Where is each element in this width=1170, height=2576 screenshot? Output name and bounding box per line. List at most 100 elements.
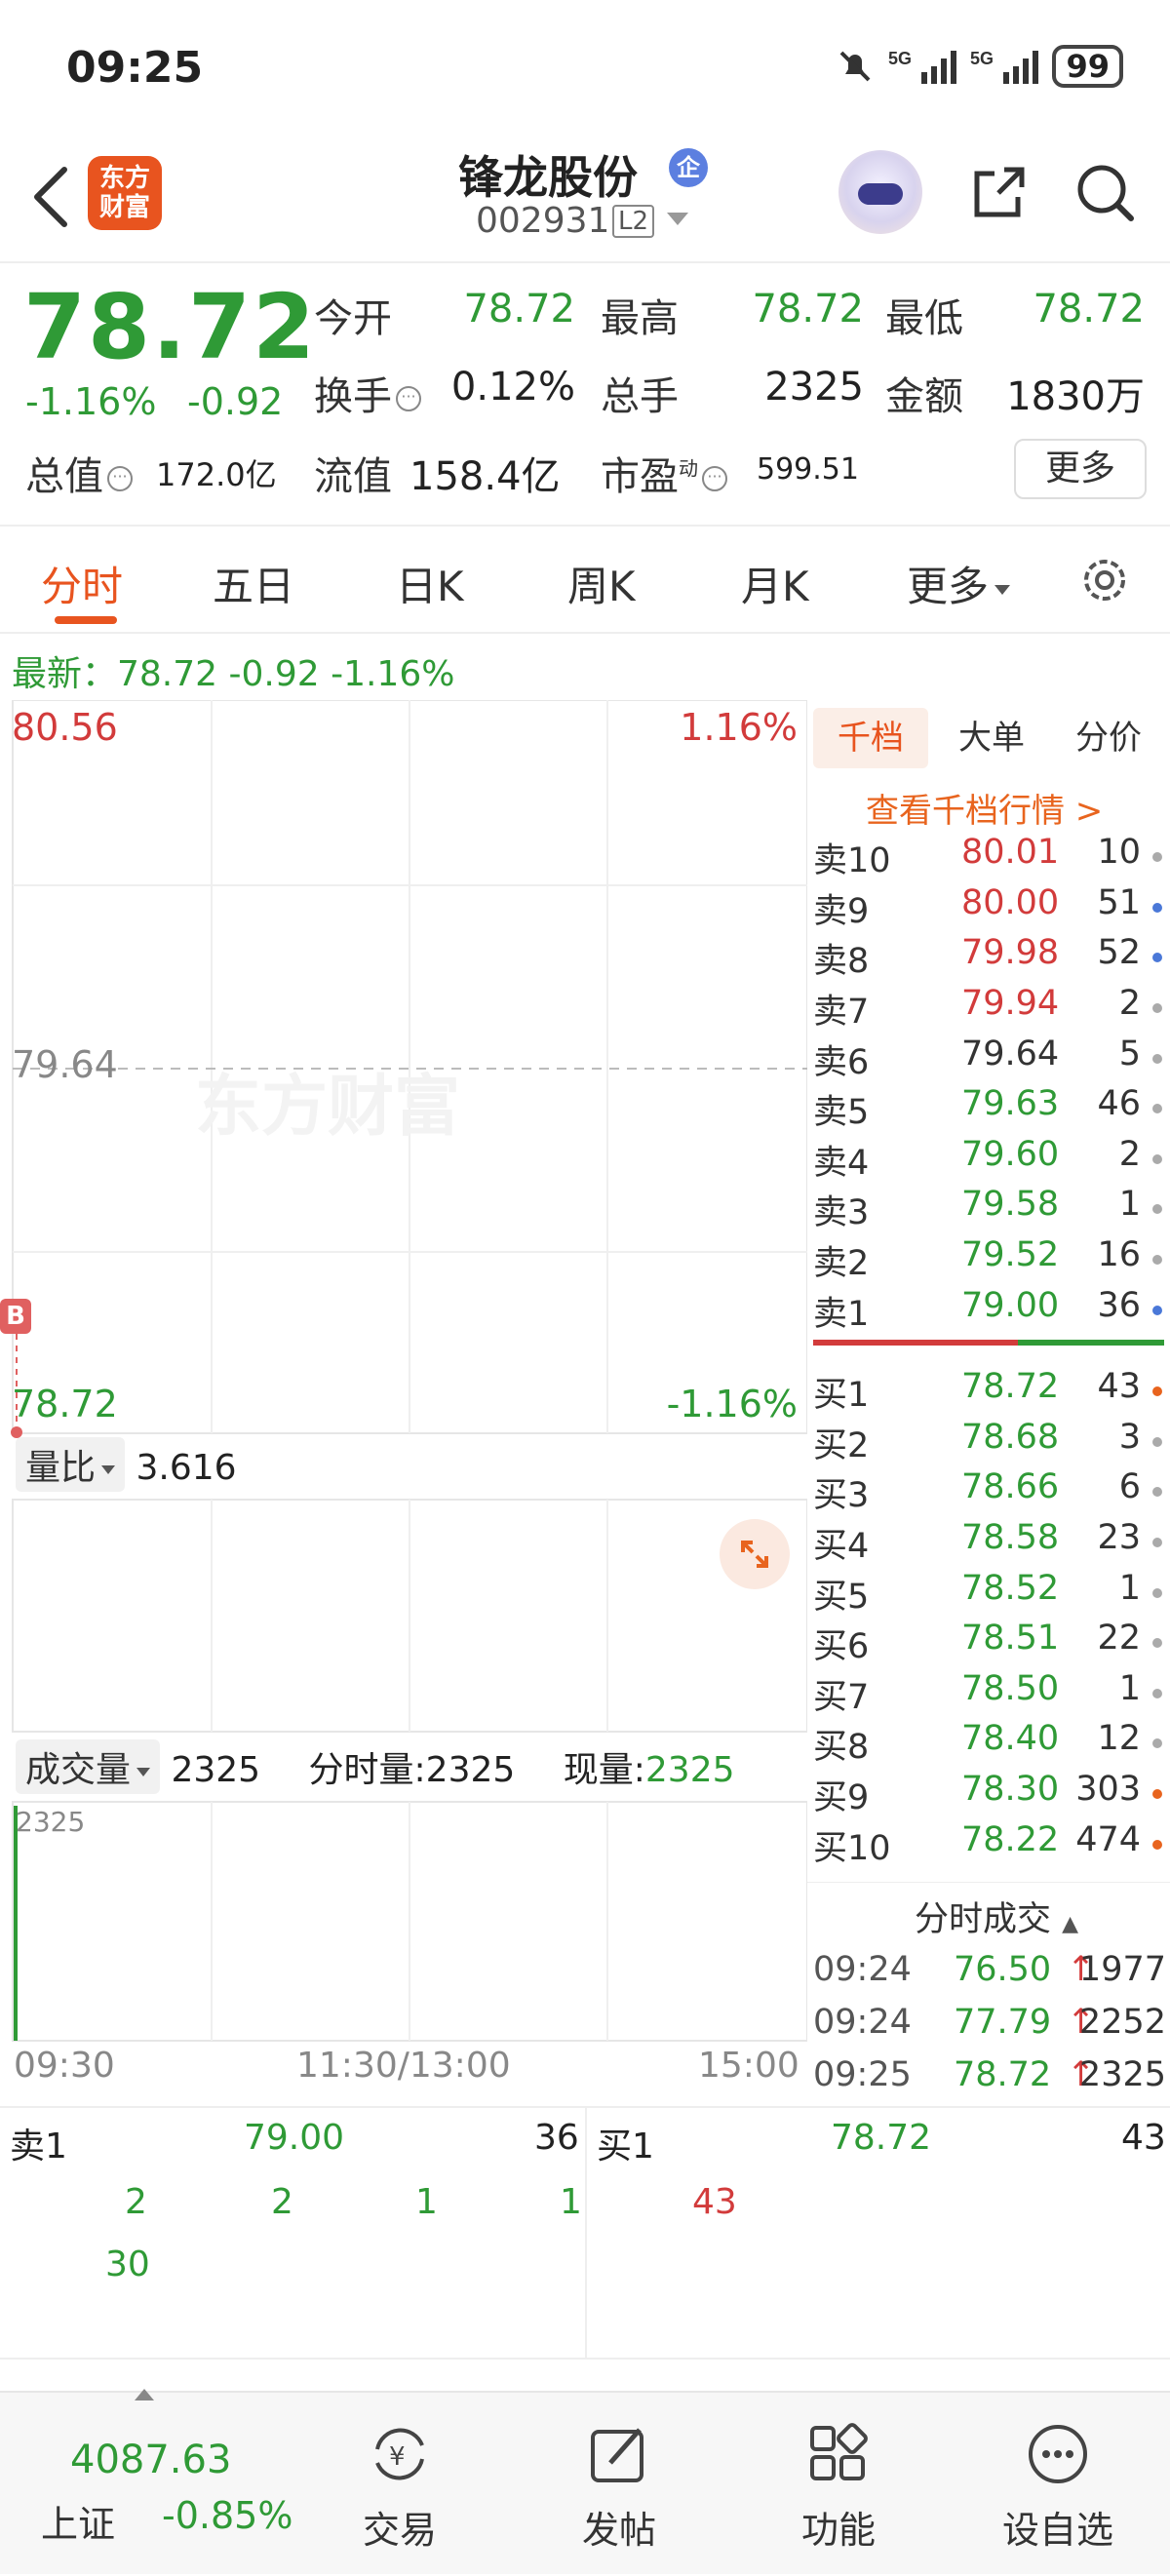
index-value: 4087.63 <box>70 2438 232 2482</box>
change-amount: -0.92 <box>187 380 284 423</box>
ai-assistant-avatar[interactable] <box>838 150 922 234</box>
ask-row[interactable]: 卖6 79.64 5 <box>807 1034 1170 1085</box>
bid-row[interactable]: 买9 78.30 303 <box>807 1770 1170 1820</box>
bottom-price-label: 78.72 <box>12 1383 118 1425</box>
high-label: 最高 <box>601 296 679 341</box>
app-logo[interactable]: 东方 财富 <box>88 156 162 230</box>
ask-level-label: 卖6 <box>813 1042 870 1082</box>
status-bar: 09:25 5G 5G 99 <box>0 0 1170 137</box>
nav-post[interactable]: 发帖 <box>522 2393 717 2576</box>
bid-row[interactable]: 买4 78.58 23 <box>807 1518 1170 1569</box>
nav-post-label: 发帖 <box>581 2509 656 2552</box>
time-axis-mid: 11:30/13:00 <box>296 2046 511 2086</box>
ask-row[interactable]: 卖1 79.00 36 <box>807 1286 1170 1337</box>
ask-row[interactable]: 卖10 80.01 10 <box>807 833 1170 883</box>
ask-row[interactable]: 卖3 79.58 1 <box>807 1185 1170 1235</box>
trade-time: 09:25 <box>813 2055 912 2094</box>
trade-time: 09:24 <box>813 1950 912 1989</box>
volume-ratio-label: 量比 <box>25 1448 97 1488</box>
tab-depth[interactable]: 千档 <box>813 708 928 768</box>
stock-name[interactable]: 锋龙股份 <box>458 142 638 207</box>
ask-level-label: 卖5 <box>813 1093 870 1133</box>
bid-volume: 6 <box>1118 1467 1141 1507</box>
ask-row[interactable]: 卖8 79.98 52 <box>807 933 1170 984</box>
time-axis-start: 09:30 <box>14 2046 115 2086</box>
order-marker-dot <box>1152 1255 1162 1265</box>
minute-volume: 分时量:2325 <box>308 1750 516 1790</box>
bid-row[interactable]: 买1 78.72 43 <box>807 1367 1170 1418</box>
bid-price: 78.50 <box>961 1668 1060 1708</box>
bid-row[interactable]: 买7 78.50 1 <box>807 1669 1170 1720</box>
order-marker-dot <box>1152 1487 1162 1498</box>
search-icon[interactable] <box>1071 158 1139 226</box>
tab-price-distribution[interactable]: 分价 <box>1055 708 1162 768</box>
edit-icon <box>591 2428 644 2482</box>
tab-more-label: 更多 <box>907 563 990 610</box>
ask-row[interactable]: 卖4 79.60 2 <box>807 1135 1170 1186</box>
ask-row[interactable]: 卖9 80.00 51 <box>807 883 1170 934</box>
order-marker-dot <box>1152 1153 1162 1164</box>
volume-dropdown[interactable]: 成交量 <box>16 1739 161 1794</box>
view-depth-link[interactable]: 查看千档行情 > <box>866 784 1103 832</box>
buy-marker[interactable]: B <box>0 1299 31 1334</box>
ask-order-qty: 30 <box>105 2244 150 2284</box>
ask-price: 79.98 <box>961 933 1060 973</box>
mktcap-label[interactable]: 总值 ··· <box>25 445 133 501</box>
volume-ratio-dropdown[interactable]: 量比 <box>16 1437 126 1492</box>
tab-five-day[interactable]: 五日 <box>213 554 294 613</box>
ask-price: 79.63 <box>961 1084 1060 1124</box>
chevron-down-icon[interactable] <box>667 213 688 225</box>
caret-up-icon <box>135 2389 154 2400</box>
tab-weekly-k[interactable]: 周K <box>567 554 636 613</box>
index-ticker[interactable]: 4087.63 上证 -0.85% <box>0 2389 292 2576</box>
intraday-chart[interactable]: 东方财富 80.56 1.16% 79.64 B 78.72 -1.16% 量比… <box>0 700 807 2104</box>
chevron-down-icon <box>136 1767 151 1776</box>
bid-row[interactable]: 买3 78.66 6 <box>807 1467 1170 1518</box>
clock: 09:25 <box>66 43 204 93</box>
bid-row[interactable]: 买5 78.52 1 <box>807 1569 1170 1620</box>
nav-add-watchlist[interactable]: 设自选 <box>960 2393 1155 2576</box>
ask-volume: 2 <box>1118 983 1141 1023</box>
bid-row[interactable]: 买2 78.68 3 <box>807 1418 1170 1468</box>
divider <box>585 2108 587 2358</box>
trade-price: 78.72 <box>954 2055 1052 2094</box>
pe-label[interactable]: 市盈动 ··· <box>601 445 727 501</box>
bid-row[interactable]: 买10 78.22 474 <box>807 1820 1170 1871</box>
turnover-label[interactable]: 换手 ··· <box>314 365 421 421</box>
change-percent: -1.16% <box>25 380 157 423</box>
expand-button[interactable] <box>720 1519 790 1589</box>
ask-row[interactable]: 卖7 79.94 2 <box>807 984 1170 1034</box>
more-info-button[interactable]: 更多 <box>1014 439 1147 499</box>
ask1-label: 卖1 <box>10 2127 67 2166</box>
tab-daily-k[interactable]: 日K <box>396 554 464 613</box>
bid-price: 78.68 <box>961 1417 1060 1457</box>
tab-intraday[interactable]: 分时 <box>41 554 123 613</box>
current-volume-label: 现量: <box>563 1750 645 1790</box>
open-label: 今开 <box>314 296 392 341</box>
info-icon[interactable]: ··· <box>396 386 421 411</box>
info-icon[interactable]: ··· <box>107 466 133 491</box>
trade-price: 76.50 <box>954 1950 1052 1989</box>
gear-icon[interactable] <box>1076 552 1133 608</box>
share-icon[interactable] <box>965 158 1034 226</box>
tab-more[interactable]: 更多 <box>907 554 1011 613</box>
ask-row[interactable]: 卖5 79.63 46 <box>807 1084 1170 1135</box>
back-icon[interactable] <box>25 158 80 236</box>
ask-volume: 1 <box>1118 1185 1141 1225</box>
info-icon[interactable]: ··· <box>702 466 727 491</box>
bid-level-label: 买1 <box>813 1376 870 1415</box>
level2-tag[interactable]: L2 <box>612 205 655 238</box>
trades-title[interactable]: 分时成交 ▲ <box>915 1892 1078 1941</box>
bid-price: 78.30 <box>961 1770 1060 1809</box>
bid-row[interactable]: 买8 78.40 12 <box>807 1719 1170 1770</box>
bid-row[interactable]: 买6 78.51 22 <box>807 1619 1170 1669</box>
tab-monthly-k[interactable]: 月K <box>741 554 809 613</box>
ask-price: 79.60 <box>961 1134 1060 1174</box>
mid-price-label: 79.64 <box>12 1043 118 1086</box>
nav-trade[interactable]: ¥ 交易 <box>302 2393 497 2576</box>
ask-row[interactable]: 卖2 79.52 16 <box>807 1235 1170 1286</box>
tab-large-orders[interactable]: 大单 <box>938 708 1045 768</box>
nav-functions[interactable]: 功能 <box>741 2393 936 2576</box>
volume-label: 总手 <box>601 374 679 419</box>
open-value: 78.72 <box>463 287 575 332</box>
